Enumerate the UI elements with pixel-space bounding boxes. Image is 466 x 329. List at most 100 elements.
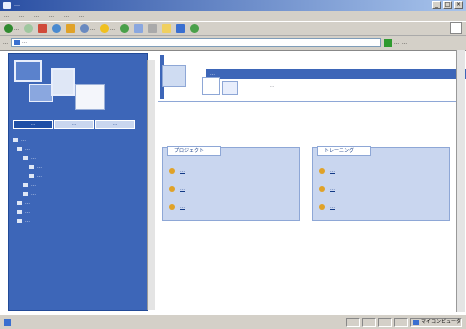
status-cell: [362, 318, 376, 327]
discuss-button[interactable]: [176, 24, 185, 34]
bullet-icon: [169, 168, 175, 174]
tree-node-label: …: [25, 200, 30, 206]
tree-node-label: …: [37, 164, 42, 170]
maximize-button[interactable]: □: [443, 1, 452, 9]
panel-link-row[interactable]: …: [169, 166, 185, 176]
messenger-button[interactable]: [190, 24, 199, 34]
go-label: …: [394, 39, 399, 46]
main-pane: … … プロジェクト … … … トレーニング … … …: [150, 51, 466, 313]
mail-button[interactable]: [134, 24, 143, 34]
menu-item[interactable]: …: [4, 13, 9, 19]
left-pane-header: [9, 54, 147, 116]
back-arrow-icon: [4, 24, 13, 33]
toolbar: … … …: [0, 21, 466, 36]
bullet-icon: [319, 204, 325, 210]
tab-0[interactable]: …: [13, 120, 53, 129]
page-content: … … … … … … … … … … … … … … … プロジェクト … ……: [0, 50, 466, 314]
panel-link-row[interactable]: …: [319, 184, 335, 194]
panel-link-row[interactable]: …: [319, 166, 335, 176]
bullet-icon: [169, 204, 175, 210]
menu-item[interactable]: …: [79, 13, 84, 19]
bullet-icon: [169, 186, 175, 192]
page-scrollbar[interactable]: [456, 50, 465, 312]
tab-2[interactable]: …: [95, 120, 135, 129]
star-icon: [100, 24, 109, 33]
messenger-icon: [190, 24, 199, 33]
go-button[interactable]: …: [384, 38, 399, 47]
tree-node-label: …: [25, 209, 30, 215]
tree-node[interactable]: …: [13, 181, 143, 190]
search-label: …: [90, 25, 95, 32]
tree-node[interactable]: …: [13, 136, 143, 145]
tree-node[interactable]: …: [13, 217, 143, 226]
panel-title: プロジェクト: [167, 146, 221, 156]
menu-item[interactable]: …: [64, 13, 69, 19]
tree-node[interactable]: …: [13, 163, 143, 172]
links-button[interactable]: …: [402, 40, 407, 46]
tree-node-label: …: [31, 191, 36, 197]
tree-node[interactable]: …: [13, 154, 143, 163]
folder-icon: [17, 200, 22, 205]
history-button[interactable]: [120, 24, 129, 34]
edit-button[interactable]: [162, 24, 171, 34]
go-arrow-icon: [384, 38, 392, 47]
address-input[interactable]: …: [11, 38, 381, 47]
panel-link-row[interactable]: …: [169, 202, 185, 212]
bullet-icon: [319, 186, 325, 192]
address-label: …: [3, 39, 8, 46]
panel-link[interactable]: …: [330, 186, 335, 192]
search-icon: [80, 24, 89, 33]
panel-link[interactable]: …: [180, 186, 185, 192]
tree-node[interactable]: …: [13, 145, 143, 154]
panel-link-row[interactable]: …: [319, 202, 335, 212]
panel-link[interactable]: …: [180, 168, 185, 174]
menu-item[interactable]: …: [34, 13, 39, 19]
panel-link[interactable]: …: [330, 168, 335, 174]
browser-window: … _ □ × … … … … … … … … … … … … … … … … …: [0, 0, 466, 329]
tree-node[interactable]: …: [13, 199, 143, 208]
document-icon: [29, 164, 34, 169]
panel-link[interactable]: …: [330, 204, 335, 210]
search-button[interactable]: …: [80, 24, 95, 34]
left-navigation-pane: … … … … … … … … … … … … …: [8, 53, 155, 311]
status-cell: [394, 318, 408, 327]
mail-icon: [134, 24, 143, 33]
close-button[interactable]: ×: [454, 1, 463, 9]
browser-icon: [3, 2, 11, 9]
home-button[interactable]: [66, 24, 75, 34]
folder-icon: [17, 146, 22, 151]
menu-item[interactable]: …: [19, 13, 24, 19]
tab-1[interactable]: …: [54, 120, 94, 129]
stop-button[interactable]: [38, 24, 47, 34]
minimize-button[interactable]: _: [432, 1, 441, 9]
tree-node-label: …: [21, 137, 26, 143]
windows-logo-icon: [450, 22, 462, 34]
edit-icon: [162, 24, 171, 33]
stop-icon: [38, 24, 47, 33]
section-graphic-icon: [202, 77, 220, 95]
header-graphic-icon: [29, 84, 53, 102]
tree-node[interactable]: …: [13, 208, 143, 217]
left-pane-tabs: … … …: [13, 120, 135, 129]
panel-link-row[interactable]: …: [169, 184, 185, 194]
section-graphic-icon: [222, 81, 238, 95]
bullet-icon: [319, 168, 325, 174]
status-bar: マイコンピュータ: [0, 314, 466, 329]
print-icon: [148, 24, 157, 33]
status-cell: [346, 318, 360, 327]
refresh-icon: [52, 24, 61, 33]
discuss-icon: [176, 24, 185, 33]
training-panel: トレーニング … … …: [312, 146, 450, 221]
tree-node[interactable]: …: [13, 172, 143, 181]
menu-item[interactable]: …: [49, 13, 54, 19]
navigation-tree: … … … … … … … … … …: [13, 136, 143, 226]
favorites-button[interactable]: …: [100, 24, 115, 34]
back-button[interactable]: …: [4, 24, 19, 34]
refresh-button[interactable]: [52, 24, 61, 34]
menu-bar: … … … … … …: [0, 11, 466, 21]
panel-link[interactable]: …: [180, 204, 185, 210]
forward-button[interactable]: [24, 24, 33, 34]
tree-node-label: …: [25, 146, 30, 152]
print-button[interactable]: [148, 24, 157, 34]
tree-node[interactable]: …: [13, 190, 143, 199]
